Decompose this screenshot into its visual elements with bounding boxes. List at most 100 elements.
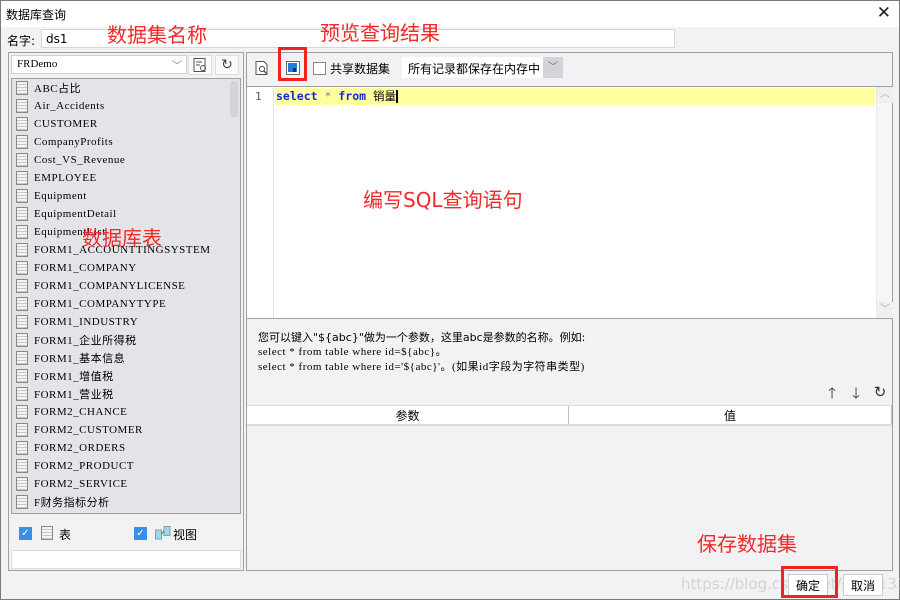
scroll-down-icon[interactable]: ﹀	[877, 302, 893, 318]
table-type-filter: ✓ 表 ✓ 视图	[19, 525, 239, 543]
query-panel: 共享数据集 所有记录都保存在内存中 ﹀ 1 select * from 销量 ︿…	[246, 52, 893, 571]
table-filter-input[interactable]	[11, 550, 241, 569]
table-list-item[interactable]: CUSTOMER	[12, 115, 240, 133]
cancel-button[interactable]: 取消	[843, 574, 883, 596]
table-list-item[interactable]: FORM1_基本信息	[12, 349, 240, 367]
table-list-item[interactable]: FORM1_COMPANY	[12, 259, 240, 277]
table-icon	[16, 279, 28, 293]
hint-line-2: select * from table where id=${abc}。	[258, 346, 448, 358]
table-icon	[16, 225, 28, 239]
connection-settings-button[interactable]	[188, 55, 212, 75]
table-list-item[interactable]: FORM1_增值税	[12, 367, 240, 385]
table-name: FORM1_企业所得税	[34, 335, 137, 347]
table-name: FORM2_ORDERS	[34, 442, 126, 454]
table-name: FORM1_基本信息	[34, 353, 126, 365]
scroll-up-icon[interactable]: ︿	[877, 87, 893, 103]
table-icon	[16, 387, 28, 401]
table-name: EquipmentDetail	[34, 208, 117, 220]
table-icon	[16, 297, 28, 311]
table-icon	[16, 99, 28, 113]
table-icon	[16, 189, 28, 203]
table-name: FORM1_COMPANY	[34, 262, 137, 274]
table-list-item[interactable]: FORM2_PRODUCT	[12, 457, 240, 475]
show-tables-checkbox[interactable]: ✓	[19, 527, 32, 540]
sql-preview-button[interactable]	[251, 57, 273, 79]
show-tables-label: 表	[59, 528, 72, 542]
table-icon	[16, 135, 28, 149]
table-icon	[16, 171, 28, 185]
refresh-tables-button[interactable]: ↻	[215, 55, 239, 75]
window-title: 数据库查询	[6, 8, 67, 22]
sql-keyword-from: from	[338, 89, 367, 103]
table-list-item[interactable]: FORM2_SERVICE	[12, 475, 240, 493]
column-header-param[interactable]: 参数	[247, 406, 569, 424]
sql-star: *	[324, 89, 332, 103]
sql-code-line[interactable]: select * from 销量	[275, 88, 875, 105]
close-icon[interactable]: ✕	[877, 4, 891, 22]
editor-scrollbar[interactable]: ︿ ﹀	[876, 87, 893, 318]
chevron-down-icon: ﹀	[172, 61, 182, 72]
parameter-hint: 您可以键入"${abc}"做为一个参数，这里abc是参数的名称。例如: sele…	[258, 330, 585, 375]
share-dataset-label: 共享数据集	[330, 62, 391, 76]
table-list-item[interactable]: Equipment	[12, 187, 240, 205]
table-icon	[16, 81, 28, 95]
edit-connection-icon	[193, 58, 206, 72]
sql-keyword-select: select	[276, 89, 318, 103]
table-icon	[16, 315, 28, 329]
table-list-item[interactable]: CompanyProfits	[12, 133, 240, 151]
table-name: FORM2_CUSTOMER	[34, 424, 143, 436]
table-list-item[interactable]: FORM1_COMPANYLICENSE	[12, 277, 240, 295]
table-name: FORM1_INDUSTRY	[34, 316, 139, 328]
share-dataset-toggle[interactable]: 共享数据集	[313, 60, 390, 77]
sql-editor[interactable]: 1 select * from 销量 ︿ ﹀	[247, 86, 893, 319]
storage-mode-select[interactable]: 所有记录都保存在内存中 ﹀	[402, 57, 563, 78]
table-list-item[interactable]: Air_Accidents	[12, 97, 240, 115]
annotation-dataset-name: 数据集名称	[107, 23, 207, 47]
table-list-item[interactable]: FORM1_企业所得税	[12, 331, 240, 349]
highlight-preview-button	[278, 47, 307, 81]
storage-mode-value: 所有记录都保存在内存中	[408, 62, 541, 76]
column-header-value[interactable]: 值	[569, 406, 892, 424]
text-caret	[396, 90, 398, 103]
highlight-ok-button	[781, 566, 838, 598]
table-icon	[16, 207, 28, 221]
line-gutter: 1	[247, 87, 274, 318]
table-list-item[interactable]: Cost_VS_Revenue	[12, 151, 240, 169]
table-name: EMPLOYEE	[34, 172, 97, 184]
view-icon	[155, 526, 171, 540]
share-dataset-checkbox[interactable]	[313, 62, 326, 75]
table-icon	[16, 495, 28, 509]
table-list-item[interactable]: FORM1_INDUSTRY	[12, 313, 240, 331]
table-list-item[interactable]: FORM2_CHANCE	[12, 403, 240, 421]
show-views-checkbox[interactable]: ✓	[134, 527, 147, 540]
table-icon	[16, 369, 28, 383]
table-name: FORM1_COMPANYLICENSE	[34, 280, 186, 292]
table-list-item[interactable]: FORM1_营业税	[12, 385, 240, 403]
table-icon	[16, 261, 28, 275]
table-list-item[interactable]: FORM2_ORDERS	[12, 439, 240, 457]
table-icon	[16, 405, 28, 419]
table-list-item[interactable]: EquipmentDetail	[12, 205, 240, 223]
table-name: FORM2_CHANCE	[34, 406, 128, 418]
table-list-item[interactable]: FORM2_CUSTOMER	[12, 421, 240, 439]
table-icon	[16, 243, 28, 257]
table-name: ABC占比	[34, 83, 82, 95]
table-list-item[interactable]: F财务指标分析	[12, 493, 240, 511]
table-name: FORM2_SERVICE	[34, 478, 128, 490]
table-name: Cost_VS_Revenue	[34, 154, 126, 166]
hint-line-1: 您可以键入"${abc}"做为一个参数，这里abc是参数的名称。例如:	[258, 331, 586, 344]
table-name: FORM1_COMPANYTYPE	[34, 298, 167, 310]
table-name: CompanyProfits	[34, 136, 114, 148]
table-name: Air_Accidents	[34, 100, 105, 112]
table-icon	[16, 459, 28, 473]
table-browser-panel: FRDemo ﹀ ↻ ABC占比 Air_Accidents CUSTOMER Com…	[8, 52, 244, 571]
table-icon	[16, 441, 28, 455]
table-name: F财务指标分析	[34, 497, 110, 509]
table-list-item[interactable]: FORM1_COMPANYTYPE	[12, 295, 240, 313]
table-icon	[16, 423, 28, 437]
connection-select[interactable]: FRDemo ﹀	[11, 55, 187, 74]
table-icon	[16, 351, 28, 365]
show-views-label: 视图	[173, 528, 198, 542]
table-list-item[interactable]: ABC占比	[12, 79, 240, 97]
table-list-item[interactable]: EMPLOYEE	[12, 169, 240, 187]
